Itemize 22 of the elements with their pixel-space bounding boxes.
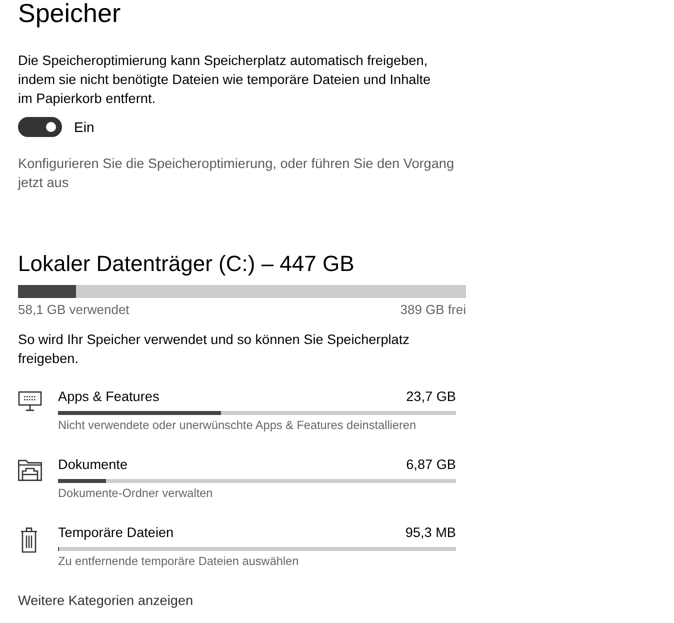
toggle-switch[interactable] xyxy=(18,117,62,137)
drive-title: Lokaler Datenträger (C:) – 447 GB xyxy=(18,250,354,278)
category-size: 95,3 MB xyxy=(405,524,456,541)
category-description: Nicht verwendete oder unerwünschte Apps & Features deinstallieren xyxy=(58,418,418,433)
monitor-icon xyxy=(18,391,42,411)
used-space-label: 58,1 GB verwendet xyxy=(18,301,130,318)
folder-icon xyxy=(18,459,42,481)
free-space-label: 389 GB frei xyxy=(400,301,466,318)
category-name[interactable]: Apps & Features xyxy=(58,388,160,405)
page-title: Speicher xyxy=(18,0,121,26)
category-name[interactable]: Dokumente xyxy=(58,456,128,473)
category-description: Zu entfernende temporäre Dateien auswählen xyxy=(58,554,300,569)
usage-description: So wird Ihr Speicher verwendet und so können Sie Speicherplatz freigeben. xyxy=(18,331,410,368)
category-size: 6,87 GB xyxy=(406,456,456,473)
more-categories-link[interactable]: Weitere Kategorien anzeigen xyxy=(18,593,194,608)
category-description: Dokumente-Ordner verwalten xyxy=(58,486,214,501)
category-name[interactable]: Temporäre Dateien xyxy=(58,524,174,541)
toggle-label: Ein xyxy=(74,119,94,135)
trash-icon xyxy=(20,527,38,553)
configure-link[interactable]: Konfigurieren Sie die Speicheroptimierung, oder führen Sie den Vorgang jetzt aus xyxy=(18,154,466,192)
category-size: 23,7 GB xyxy=(406,388,456,405)
description-text: Die Speicheroptimierung kann Speicherplatz automatisch freigeben, indem sie nicht benötigte Dateien wie temporäre Dateien und Inhalte im Papierkorb entfernt. xyxy=(18,52,432,108)
